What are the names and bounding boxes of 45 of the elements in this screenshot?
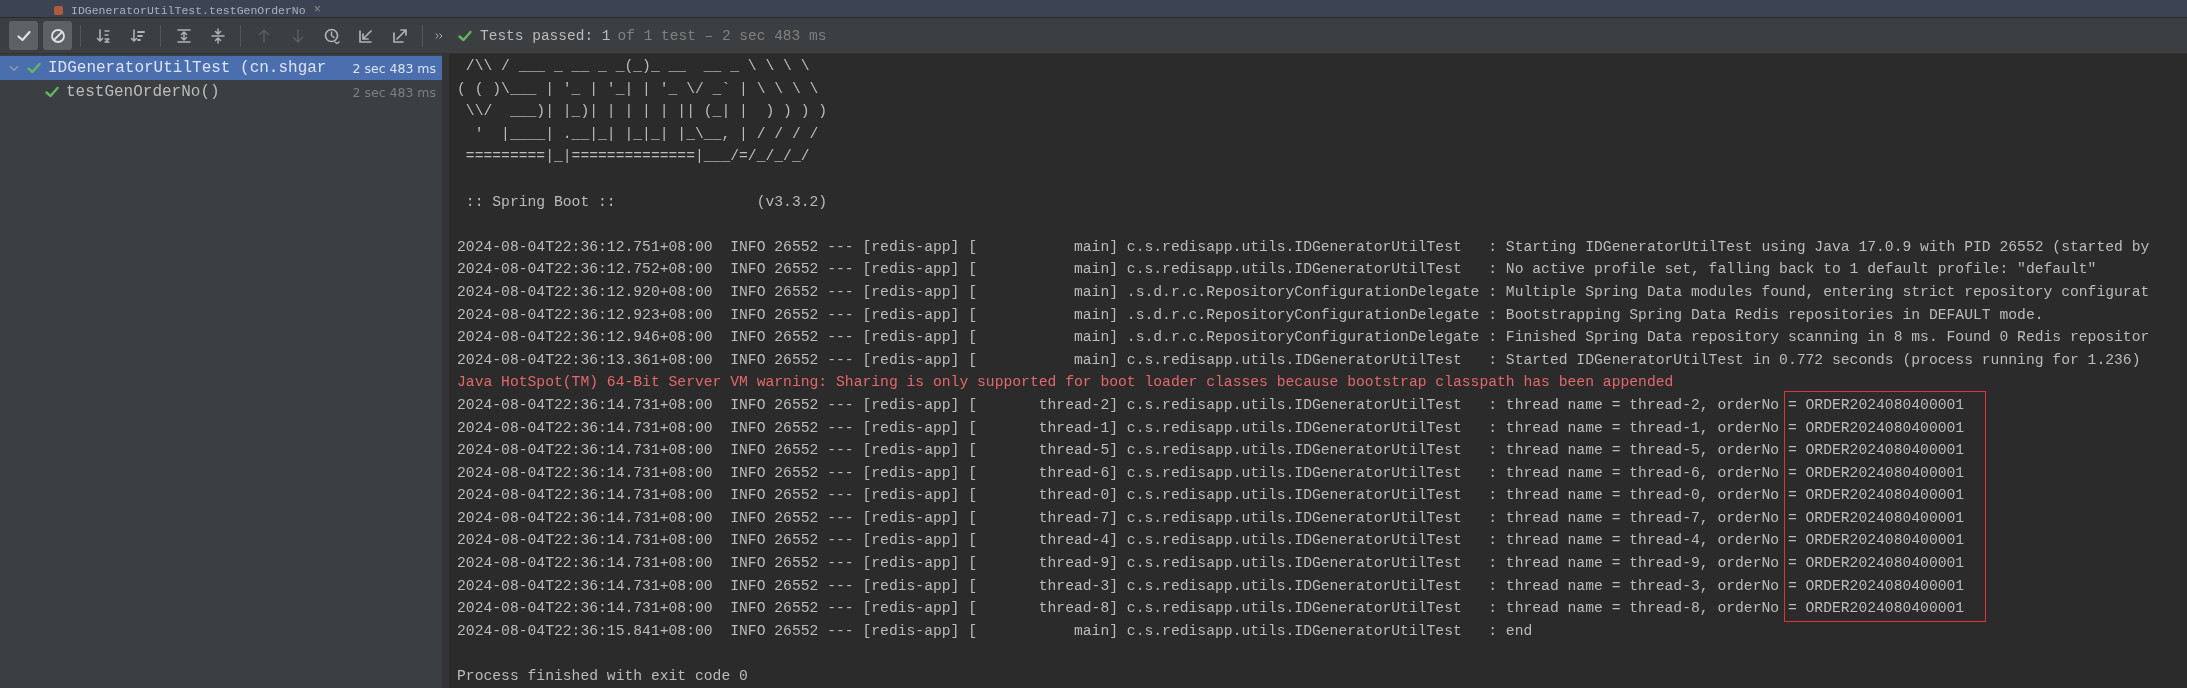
exit-message: Process finished with exit code 0 xyxy=(457,667,748,687)
log-line: 2024-08-04T22:36:14.731+08:00 INFO 26552 --- [redis-app] [ thread-5] c.s.redisapp.utils.IDGeneratorUtilTest : thread name = thread-5, orderNo = ORDER2024080400001 xyxy=(457,441,1965,461)
log-line: 2024-08-04T22:36:13.361+08:00 INFO 26552 --- [redis-app] [ main] c.s.redisapp.utils.IDGeneratorUtilTest : Started IDGeneratorUtilTest in 0.772 seconds (process running for 1.236) xyxy=(457,350,2141,370)
log-line: 2024-08-04T22:36:12.923+08:00 INFO 26552 --- [redis-app] [ main] .s.d.r.c.RepositoryConfigurationDelegate : Bootstrapping Spring Data Redis repositories in DEFAULT mode. xyxy=(457,305,2044,325)
close-button[interactable]: × xyxy=(313,4,321,17)
test-name: IDGeneratorUtilTest (cn.shgar xyxy=(48,59,327,77)
log-line: 2024-08-04T22:36:14.731+08:00 INFO 26552 --- [redis-app] [ thread-6] c.s.redisapp.utils.IDGeneratorUtilTest : thread name = thread-6, orderNo = ORDER2024080400001 xyxy=(457,463,1965,483)
tree-row[interactable]: testGenOrderNo() 2 sec 483 ms xyxy=(0,80,442,104)
import-icon xyxy=(357,27,374,44)
show-passed-button[interactable] xyxy=(9,21,38,50)
log-line: 2024-08-04T22:36:14.731+08:00 INFO 26552 --- [redis-app] [ thread-7] c.s.redisapp.utils.IDGeneratorUtilTest : thread name = thread-7, orderNo = ORDER2024080400001 xyxy=(457,508,1965,528)
log-line: 2024-08-04T22:36:14.731+08:00 INFO 26552 --- [redis-app] [ thread-1] c.s.redisapp.utils.IDGeneratorUtilTest : thread name = thread-1, orderNo = ORDER2024080400001 xyxy=(457,418,1965,438)
test-count-duration: of 1 test – 2 sec 483 ms xyxy=(617,27,827,44)
log-line: 2024-08-04T22:36:14.731+08:00 INFO 26552 --- [redis-app] [ thread-0] c.s.redisapp.utils.IDGeneratorUtilTest : thread name = thread-0, orderNo = ORDER2024080400001 xyxy=(457,486,1965,506)
ascii-banner-line: ' |____| .__|_| |_|_| |_\__, | / / / / xyxy=(473,124,819,144)
ascii-banner-line: \\/ ___)| |_)| | | | | || (_| | ) ) ) ) xyxy=(464,102,828,122)
log-line: 2024-08-04T22:36:14.731+08:00 INFO 26552 --- [redis-app] [ thread-2] c.s.redisapp.utils.IDGeneratorUtilTest : thread name = thread-2, orderNo = ORDER2024080400001 xyxy=(457,395,1965,415)
no-entry-icon xyxy=(49,27,66,44)
log-line: 2024-08-04T22:36:14.731+08:00 INFO 26552 --- [redis-app] [ thread-9] c.s.redisapp.utils.IDGeneratorUtilTest : thread name = thread-9, orderNo = ORDER2024080400001 xyxy=(457,554,1965,574)
log-line: 2024-08-04T22:36:12.946+08:00 INFO 26552 --- [redis-app] [ main] .s.d.r.c.RepositoryConfigurationDelegate : Finished Spring Data repository scanning in 8 ms. Found 0 Redis repositor xyxy=(457,328,2150,348)
log-line: 2024-08-04T22:36:15.841+08:00 INFO 26552 --- [redis-app] [ main] c.s.redisapp.utils.IDGeneratorUtilTest : end xyxy=(457,621,1533,641)
test-duration: 2 sec 483 ms xyxy=(352,60,436,76)
sort-icon xyxy=(95,27,112,44)
clock-icon xyxy=(323,27,340,44)
tree-row[interactable]: IDGeneratorUtilTest (cn.shgar 2 sec 483 ms xyxy=(0,56,442,80)
warning-line: Java HotSpot(TM) 64-Bit Server VM warning: Sharing is only supported for boot loader classes because bootstrap classpath has been appended xyxy=(457,373,1674,393)
log-line: 2024-08-04T22:36:14.731+08:00 INFO 26552 --- [redis-app] [ thread-8] c.s.redisapp.utils.IDGeneratorUtilTest : thread name = thread-8, orderNo = ORDER2024080400001 xyxy=(457,599,1965,619)
tests-passed-summary: Tests passed: 1 xyxy=(480,27,611,44)
run-config-icon xyxy=(54,6,63,15)
expand-all-icon xyxy=(175,27,192,44)
export-icon xyxy=(391,27,408,44)
log-line: 2024-08-04T22:36:12.752+08:00 INFO 26552 --- [redis-app] [ main] c.s.redisapp.utils.IDGeneratorUtilTest : No active profile set, falling back to 1 default profile: "default" xyxy=(457,260,2097,280)
test-duration: 2 sec 483 ms xyxy=(352,84,436,100)
show-ignored-button[interactable] xyxy=(43,21,72,50)
collapse-all-icon xyxy=(209,27,226,44)
log-line: 2024-08-04T22:36:14.731+08:00 INFO 26552 --- [redis-app] [ thread-3] c.s.redisapp.utils.IDGeneratorUtilTest : thread name = thread-3, orderNo = ORDER2024080400001 xyxy=(457,576,1965,596)
log-line: 2024-08-04T22:36:12.920+08:00 INFO 26552 --- [redis-app] [ main] .s.d.r.c.RepositoryConfigurationDelegate : Multiple Spring Data modules found, entering strict repository configurat xyxy=(457,282,2150,302)
ascii-banner-line: ( ( )\___ | '_ | '_| | '_ \/ _` | \ \ \ \ xyxy=(457,79,819,99)
log-line: 2024-08-04T22:36:14.731+08:00 INFO 26552 --- [redis-app] [ thread-4] c.s.redisapp.utils.IDGeneratorUtilTest : thread name = thread-4, orderNo = ORDER2024080400001 xyxy=(457,531,1965,551)
ascii-banner-line: /\\ / ___ _ __ _ _(_)_ __ __ _ \ \ \ \ xyxy=(464,57,810,76)
test-name: testGenOrderNo() xyxy=(66,83,220,101)
sort-icon xyxy=(129,27,146,44)
log-line: 2024-08-04T22:36:12.751+08:00 INFO 26552 --- [redis-app] [ main] c.s.redisapp.utils.IDGeneratorUtilTest : Starting IDGeneratorUtilTest using Java 17.0.9 with PID 26552 (started by xyxy=(457,237,2150,257)
version-line: :: Spring Boot :: (v3.3.2) xyxy=(464,192,828,212)
ascii-banner-line: =========|_|==============|___/=/_/_/_/ xyxy=(464,147,810,167)
